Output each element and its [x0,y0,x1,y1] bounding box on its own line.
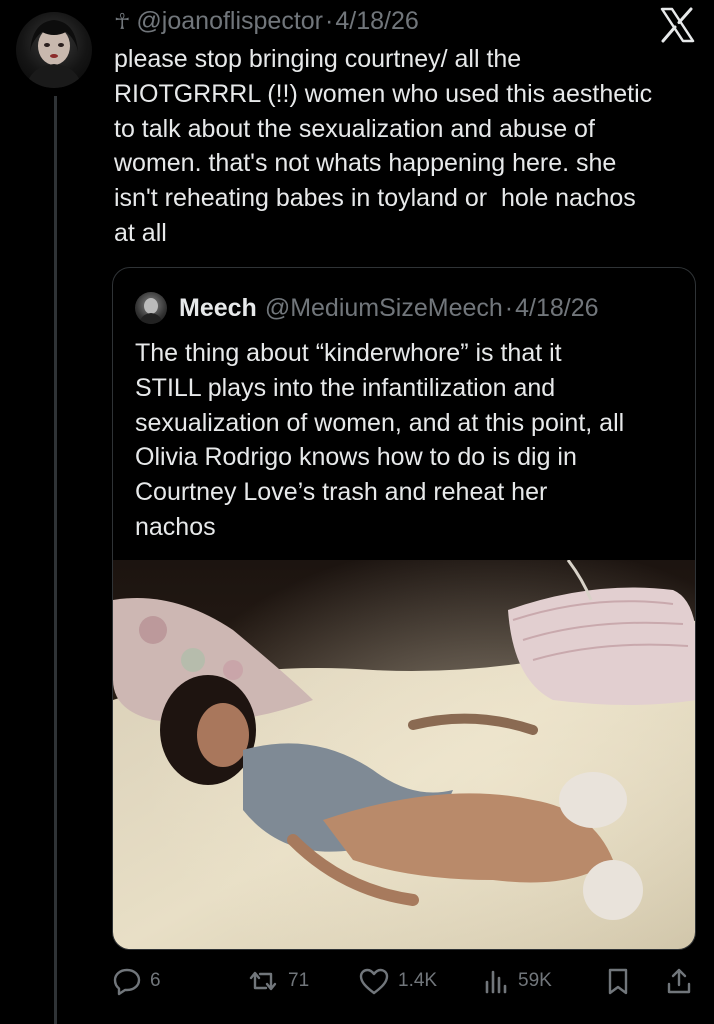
author-avatar[interactable] [16,12,92,88]
like-button[interactable]: 1.4K [358,958,437,1004]
quoted-author-name[interactable]: Meech [179,292,257,324]
reply-icon [113,968,141,996]
bookmark-button[interactable] [604,958,640,1004]
quoted-tweet-text: The thing about “kinderwhore” is that it… [135,339,625,541]
like-count: 1.4K [398,970,438,991]
views-icon [485,970,507,994]
quoted-tweet-photo[interactable] [113,560,695,949]
quoted-date[interactable]: 4/18/26 [515,292,598,324]
like-icon [359,968,389,995]
repost-count: 71 [288,970,310,991]
thread-line [54,96,57,1024]
tweet-header: ☥ @joanoflispector·4/18/26 [114,6,634,36]
header-separator: · [325,7,334,35]
quoted-author-handle[interactable]: @MediumSizeMeech [265,292,503,324]
views-button[interactable]: 59K [482,958,552,1004]
quoted-separator: · [504,294,514,322]
ankh-glyph: ☥ [114,9,131,34]
bookmark-icon [608,968,628,995]
author-handle[interactable]: @joanoflispector [136,7,323,35]
quoted-author-avatar[interactable] [135,292,167,324]
quoted-tweet-header: Meech @MediumSizeMeech · 4/18/26 [135,292,599,324]
share-icon [667,968,691,994]
tweet-date[interactable]: 4/18/26 [335,7,418,35]
views-count: 59K [518,970,552,991]
reply-count: 6 [150,970,161,991]
tweet-screen: ☥ @joanoflispector·4/18/26 please stop br… [0,0,714,1024]
reply-button[interactable]: 6 [112,958,161,1004]
repost-button[interactable]: 71 [246,958,309,1004]
action-bar: 6 71 1.4K 59K [108,958,698,1004]
share-button[interactable] [664,958,702,1004]
tweet-text: please stop bringing courtney/ all the R… [114,45,653,247]
repost-icon [249,971,277,991]
x-logo-icon[interactable] [658,6,696,44]
quoted-tweet[interactable]: Meech @MediumSizeMeech · 4/18/26 The thi… [112,267,696,950]
